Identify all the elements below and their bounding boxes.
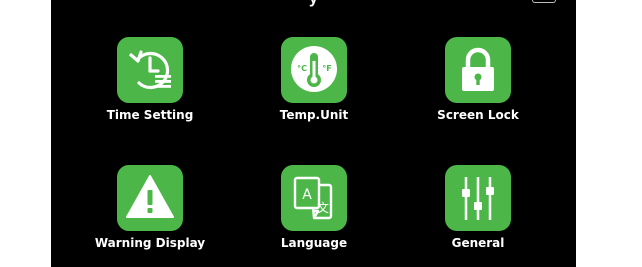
warning-icon (117, 165, 183, 231)
fahrenheit-glyph: °F (322, 64, 331, 73)
thermometer-icon: °C °F (281, 37, 347, 103)
clock-history-icon (117, 37, 183, 103)
menu-item-temp-unit[interactable]: °C °F Temp.Unit (239, 37, 389, 137)
menu-item-label: Warning Display (94, 236, 206, 250)
corner-button-edge[interactable] (532, 0, 556, 3)
screen-title: y (51, 0, 576, 8)
letter-a-glyph: A (302, 187, 312, 203)
menu-item-screen-lock[interactable]: Screen Lock (403, 37, 553, 137)
settings-screen: y Time Setting °C °F (51, 0, 576, 267)
menu-item-label: Screen Lock (437, 108, 519, 122)
menu-item-time-setting[interactable]: Time Setting (75, 37, 225, 137)
menu-item-label: Language (280, 236, 348, 250)
translate-icon: A 文 (281, 165, 347, 231)
menu-item-label: Time Setting (106, 108, 194, 122)
menu-item-general[interactable]: General (403, 165, 553, 265)
lock-icon (445, 37, 511, 103)
sliders-icon (445, 165, 511, 231)
menu-item-label: Temp.Unit (279, 108, 349, 122)
menu-item-warning-display[interactable]: Warning Display (75, 165, 225, 265)
celsius-glyph: °C (297, 64, 307, 73)
menu-item-label: General (451, 236, 505, 250)
letter-b-glyph: 文 (317, 200, 329, 215)
menu-item-language[interactable]: A 文 Language (239, 165, 389, 265)
